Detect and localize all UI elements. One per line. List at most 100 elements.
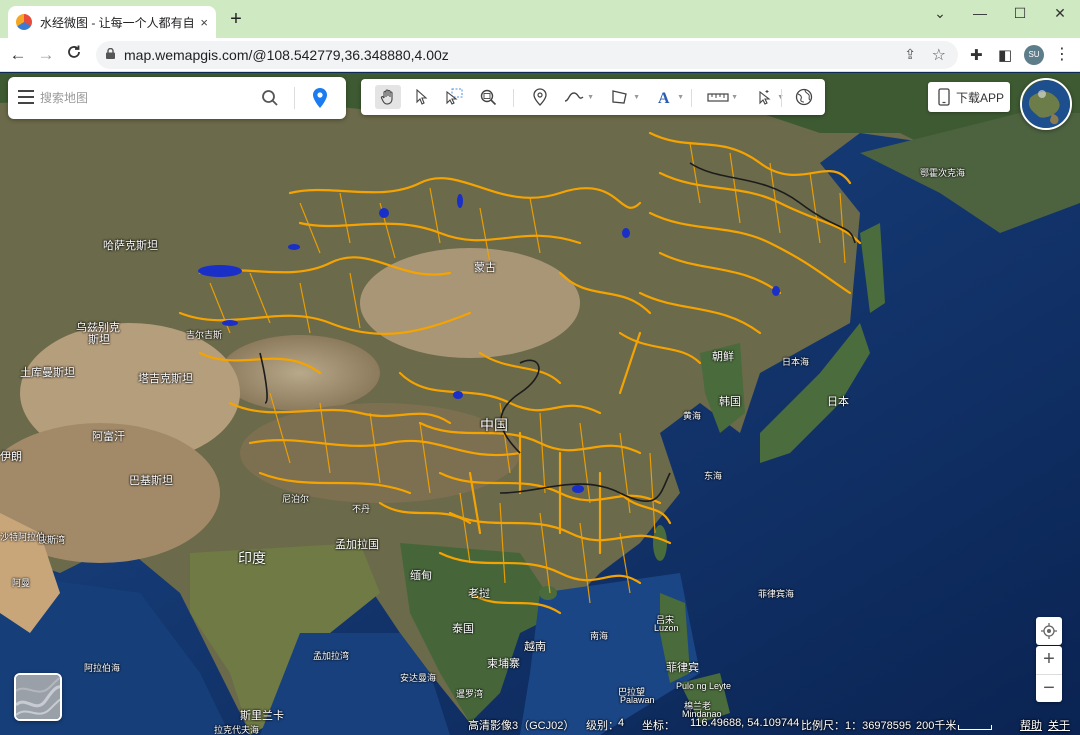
map-canvas[interactable]: 哈萨克斯坦 乌兹别克 斯坦 吉尔吉斯 土库曼斯坦 塔吉克斯坦 阿富汗 伊朗 巴基…: [0, 73, 1080, 735]
label-palawan-en: Palawan: [620, 695, 655, 705]
satellite-basemap: [0, 73, 1080, 735]
extensions-puzzle-icon[interactable]: ✚: [970, 46, 983, 64]
scale-bar-label: 200千米: [916, 720, 957, 732]
zoom-level-value: 4: [618, 717, 625, 729]
box-select-tool-button[interactable]: [441, 85, 467, 109]
label-bangladesh: 孟加拉国: [335, 539, 379, 551]
search-icon[interactable]: [261, 89, 279, 107]
svg-text:A: A: [658, 90, 670, 105]
label-thailand: 泰国: [452, 623, 474, 635]
profile-avatar[interactable]: SU: [1024, 45, 1044, 65]
measure-tool-button[interactable]: ▼: [705, 85, 738, 109]
close-window-button[interactable]: ✕: [1040, 2, 1080, 26]
measure-caret-icon: ▼: [731, 94, 738, 101]
label-nepal: 尼泊尔: [282, 494, 310, 504]
label-china: 中国: [480, 417, 508, 433]
polygon-tool-button[interactable]: ▼: [607, 85, 640, 109]
download-app-button[interactable]: 下载APP: [928, 82, 1010, 112]
menu-icon[interactable]: [18, 90, 34, 104]
polygon-icon: [612, 90, 627, 104]
tab-search-button[interactable]: ⌄: [920, 2, 960, 26]
address-bar[interactable]: map.wemapgis.com/@108.542779,36.348880,4…: [96, 41, 958, 69]
map-search-input[interactable]: [40, 85, 250, 111]
search-divider: [294, 87, 295, 109]
label-south-sea: 南海: [590, 631, 609, 641]
label-myanmar: 缅甸: [410, 570, 432, 582]
side-panel-icon[interactable]: ◧: [998, 46, 1012, 64]
label-kyrgyz: 吉尔吉斯: [186, 330, 223, 340]
label-sea-of-japan: 日本海: [782, 357, 810, 367]
label-saudi: 沙特阿拉伯: [0, 532, 46, 542]
new-tab-button[interactable]: +: [224, 8, 248, 32]
polyline-tool-button[interactable]: ▼: [561, 85, 594, 109]
back-button[interactable]: ←: [6, 44, 30, 66]
label-vietnam: 越南: [524, 641, 546, 653]
identify-tool-button[interactable]: ▼: [751, 85, 784, 109]
globe-overview-button[interactable]: [1020, 78, 1072, 130]
url-text: map.wemapgis.com/@108.542779,36.348880,4…: [124, 47, 449, 63]
label-oman: 阿曼: [12, 578, 31, 588]
help-link[interactable]: 帮助: [1020, 717, 1042, 733]
tab-close-icon[interactable]: ×: [200, 15, 208, 30]
location-pin-icon[interactable]: [311, 87, 329, 109]
polyline-caret-icon: ▼: [587, 94, 594, 101]
label-east-sea: 东海: [704, 471, 723, 481]
polyline-icon: [564, 92, 584, 102]
browser-tab-bar: 水经微图 - 让每一个人都有自己 × + ⌄ — ☐ ✕: [0, 0, 1080, 38]
label-tajikistan: 塔吉克斯坦: [138, 373, 193, 385]
toolbar-separator: [781, 89, 782, 107]
label-luzon-en: Luzon: [654, 623, 679, 633]
zoom-area-tool-button[interactable]: [475, 85, 501, 109]
my-location-button[interactable]: [1036, 617, 1062, 645]
forward-button[interactable]: →: [34, 44, 58, 66]
pointer-icon: [416, 89, 428, 105]
map-toolbar: ▼ ▼ A ▼ ▼ ▼: [361, 79, 825, 115]
maximize-button[interactable]: ☐: [1000, 2, 1040, 26]
share-icon[interactable]: ⇪: [904, 46, 916, 63]
scale-bar: [958, 725, 992, 730]
download-app-label: 下载APP: [956, 90, 1005, 105]
label-laos: 老挝: [468, 588, 490, 600]
toolbar-separator: [691, 89, 692, 107]
label-south-korea: 韩国: [719, 396, 741, 408]
scale-ratio: 比例尺：1：36978595: [801, 720, 912, 732]
label-arabian-sea: 阿拉伯海: [84, 663, 121, 673]
browser-menu-icon[interactable]: ⋮: [1054, 44, 1070, 64]
label-afghanistan: 阿富汗: [92, 431, 125, 443]
label-leyte: Pulo ng Leyte: [676, 681, 732, 691]
about-link[interactable]: 关于: [1048, 717, 1070, 733]
crosshair-icon: [1041, 623, 1057, 639]
zoom-control: + −: [1036, 646, 1062, 702]
label-gulf-of-thailand: 暹罗湾: [456, 689, 484, 699]
globe-view-button[interactable]: [791, 85, 817, 109]
address-toolbar: ← → map.wemapgis.com/@108.542779,36.3488…: [0, 38, 1080, 72]
toolbar-separator: [513, 89, 514, 107]
site-favicon-icon: [16, 14, 32, 30]
text-tool-button[interactable]: A ▼: [651, 85, 684, 109]
text-caret-icon: ▼: [677, 94, 684, 101]
zoom-out-button[interactable]: −: [1036, 674, 1062, 702]
marker-tool-button[interactable]: [527, 85, 553, 109]
reload-button[interactable]: [62, 44, 86, 66]
phone-icon: [938, 88, 950, 106]
text-icon: A: [658, 90, 670, 105]
label-yellow-sea: 黄海: [683, 411, 702, 421]
select-tool-button[interactable]: [409, 85, 435, 109]
measure-icon: [707, 93, 729, 102]
zoom-in-button[interactable]: +: [1036, 646, 1062, 674]
globe-icon: [795, 88, 813, 106]
marker-icon: [533, 88, 547, 106]
tab-title: 水经微图 - 让每一个人都有自己: [40, 15, 197, 30]
map-status-bar: 高清影像3（GCJ02） 级别： 4 坐标： 116.49688, 54.109…: [0, 713, 1080, 735]
label-uzbekistan-2: 斯坦: [88, 334, 110, 346]
basemap-layer-name: 高清影像3（GCJ02）: [468, 720, 575, 732]
label-okhotsk: 鄂霍次克海: [920, 168, 966, 178]
bookmark-star-icon[interactable]: ☆: [932, 45, 946, 65]
label-bhutan: 不丹: [352, 504, 371, 514]
minimize-button[interactable]: —: [960, 2, 1000, 26]
label-bay-of-bengal: 孟加拉湾: [313, 651, 350, 661]
browser-tab[interactable]: 水经微图 - 让每一个人都有自己 ×: [8, 6, 216, 38]
reload-icon: [68, 45, 80, 58]
pan-tool-button[interactable]: [375, 85, 401, 109]
label-north-korea: 朝鲜: [712, 351, 734, 363]
